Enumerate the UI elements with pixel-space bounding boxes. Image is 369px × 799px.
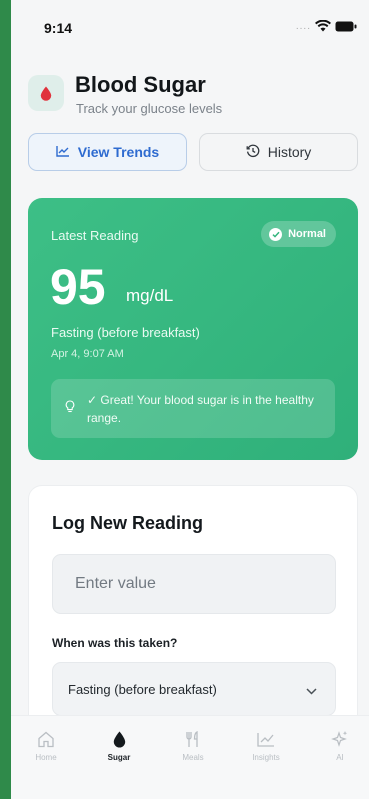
when-taken-label: When was this taken? — [52, 636, 178, 650]
utensils-icon — [163, 728, 223, 750]
latest-reading-label: Latest Reading — [51, 228, 139, 243]
latest-reading-card: Latest Reading Normal 95 mg/dL Fasting (… — [28, 198, 358, 460]
home-icon — [16, 728, 76, 750]
reading-context: Fasting (before breakfast) — [51, 325, 200, 340]
app-screen: 9:14 .... Blood Sugar Track your glucose… — [11, 0, 369, 799]
nav-meals-label: Meals — [182, 753, 204, 762]
drop-icon — [89, 728, 149, 750]
wifi-icon — [315, 20, 331, 32]
page-subtitle: Track your glucose levels — [76, 101, 223, 116]
nav-ai-label: AI — [336, 753, 344, 762]
nav-sugar-label: Sugar — [107, 753, 131, 762]
view-trends-label: View Trends — [77, 144, 160, 160]
status-time: 9:14 — [44, 20, 73, 36]
status-badge-label: Normal — [288, 228, 326, 240]
glucose-unit: mg/dL — [126, 286, 174, 305]
nav-item-insights[interactable]: Insights — [236, 728, 296, 762]
nav-insights-label: Insights — [252, 753, 280, 762]
reading-timestamp: Apr 4, 9:07 AM — [51, 348, 124, 360]
chart-icon — [236, 728, 296, 750]
status-icons: .... — [296, 20, 357, 32]
chevron-down-icon — [306, 683, 317, 698]
when-taken-value: Fasting (before breakfast) — [68, 681, 217, 697]
log-reading-title: Log New Reading — [52, 513, 204, 533]
view-trends-button[interactable]: View Trends — [28, 133, 187, 171]
history-icon — [246, 144, 260, 161]
nav-item-home[interactable]: Home — [16, 728, 76, 762]
page-title: Blood Sugar — [75, 72, 206, 97]
lightbulb-icon — [65, 399, 75, 418]
when-taken-select[interactable]: Fasting (before breakfast) — [52, 662, 336, 716]
nav-item-ai[interactable]: AI — [310, 728, 369, 762]
health-tip-text: ✓ Great! Your blood sugar is in the heal… — [87, 392, 314, 425]
trend-line-icon — [56, 144, 70, 160]
status-badge: Normal — [261, 221, 336, 247]
blood-drop-icon — [28, 75, 64, 111]
health-tip: ✓ Great! Your blood sugar is in the heal… — [51, 379, 335, 438]
history-label: History — [267, 144, 312, 160]
status-bar: 9:14 .... — [11, 0, 369, 50]
signal-icon: .... — [295, 20, 311, 32]
bottom-nav: Home Sugar Meals Insights AI — [11, 715, 369, 799]
battery-icon — [335, 21, 357, 32]
sparkle-icon — [310, 728, 369, 750]
nav-item-meals[interactable]: Meals — [163, 728, 223, 762]
glucose-value-input[interactable]: Enter value — [52, 554, 336, 614]
check-circle-icon — [269, 227, 283, 241]
history-button[interactable]: History — [199, 133, 358, 171]
nav-item-sugar[interactable]: Sugar — [89, 728, 149, 762]
glucose-value: 95 — [50, 259, 106, 315]
nav-home-label: Home — [35, 753, 57, 762]
